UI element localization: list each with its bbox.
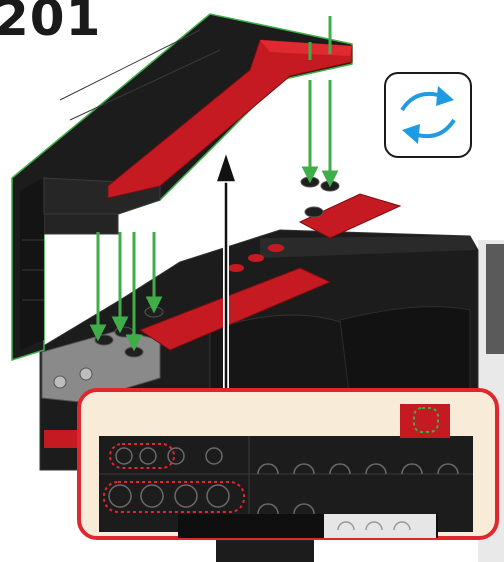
rotate-model-indicator [384,72,472,158]
detail-callout [77,388,499,540]
rotate-model-icon [400,86,456,144]
instruction-step-canvas: 201 [0,0,504,562]
